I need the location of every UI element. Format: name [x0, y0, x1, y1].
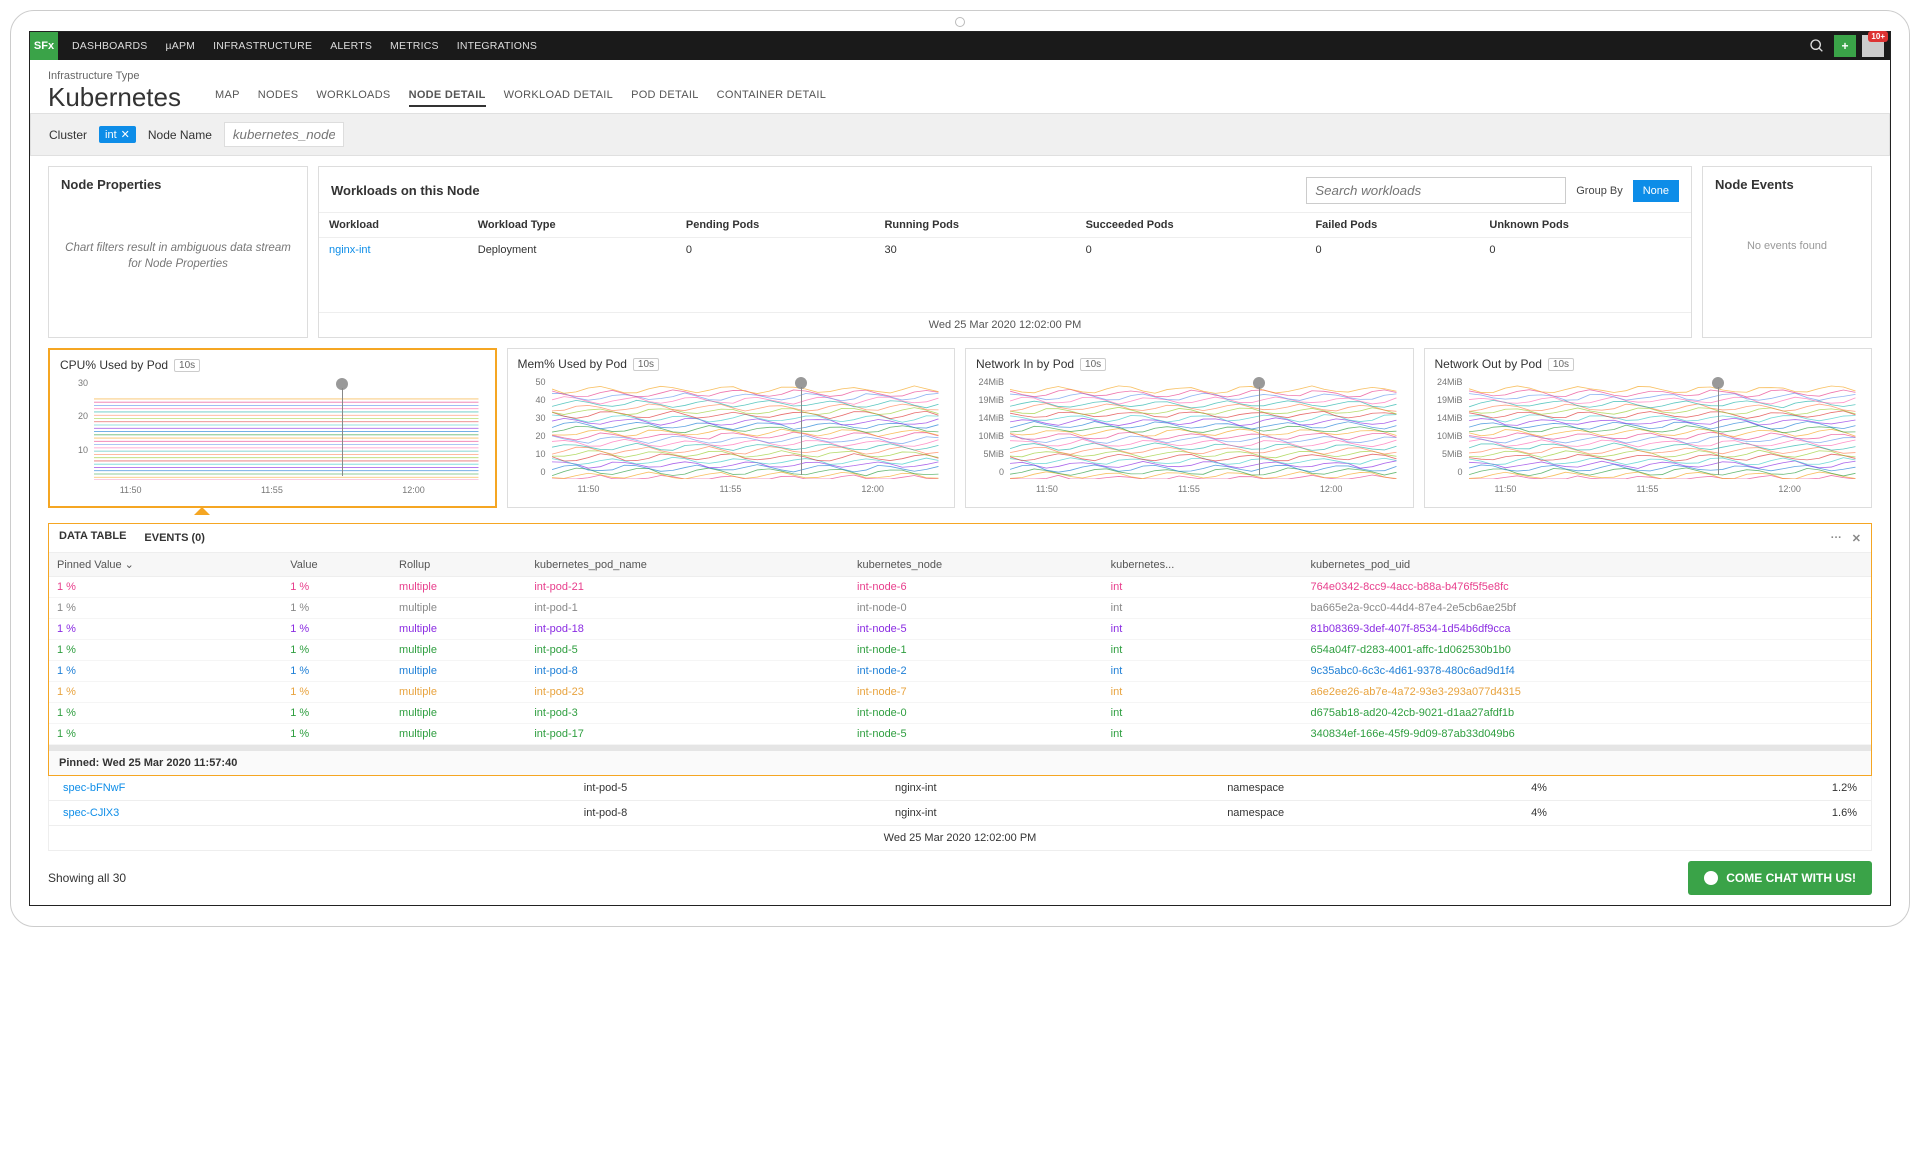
dt-header-4[interactable]: kubernetes_node [849, 553, 1103, 577]
page-title: Kubernetes [48, 82, 181, 113]
data-row[interactable]: 1 %1 %multipleint-pod-1int-node-0intba66… [49, 598, 1871, 619]
top-nav: DASHBOARDS µAPM INFRASTRUCTURE ALERTS ME… [72, 40, 537, 52]
chart-resolution-badge: 10s [1548, 358, 1574, 371]
chart-title: Network In by Pod [976, 357, 1074, 371]
cluster-chip[interactable]: int✕ [99, 126, 136, 143]
workloads-title: Workloads on this Node [331, 183, 1296, 198]
node-events-panel: Node Events No events found [1702, 166, 1872, 338]
data-row[interactable]: 1 %1 %multipleint-pod-8int-node-2int9c35… [49, 661, 1871, 682]
dt-header-6[interactable]: kubernetes_pod_uid [1302, 553, 1871, 577]
nav-infrastructure[interactable]: INFRASTRUCTURE [213, 40, 312, 52]
col-workload[interactable]: Workload [319, 213, 468, 238]
data-row[interactable]: 1 %1 %multipleint-pod-23int-node-7inta6e… [49, 682, 1871, 703]
bottom-timestamp: Wed 25 Mar 2020 12:02:00 PM [49, 826, 1872, 851]
groupby-label: Group By [1576, 185, 1622, 197]
data-section: DATA TABLE EVENTS (0) ··· ✕ Pinned Value… [48, 523, 1872, 776]
nav-integrations[interactable]: INTEGRATIONS [457, 40, 537, 52]
data-row[interactable]: 1 %1 %multipleint-pod-5int-node-1int654a… [49, 640, 1871, 661]
nav-uapm[interactable]: µAPM [166, 40, 196, 52]
groupby-button[interactable]: None [1633, 180, 1679, 202]
search-icon[interactable] [1806, 35, 1828, 57]
workloads-panel: Workloads on this Node Group By None Wor… [318, 166, 1692, 338]
node-name-label: Node Name [148, 128, 212, 142]
chart-resolution-badge: 10s [1080, 358, 1106, 371]
page-subtitle: Infrastructure Type [48, 70, 1872, 82]
nav-metrics[interactable]: METRICS [390, 40, 439, 52]
spec-row[interactable]: spec-bFNwFint-pod-5nginx-intnamespace4%1… [49, 776, 1872, 801]
tab-node-detail[interactable]: NODE DETAIL [409, 89, 486, 107]
topbar: SFx DASHBOARDS µAPM INFRASTRUCTURE ALERT… [30, 32, 1890, 60]
chart-2[interactable]: Network In by Pod 10s24MiB19MiB14MiB10Mi… [965, 348, 1414, 508]
workloads-timestamp: Wed 25 Mar 2020 12:02:00 PM [319, 312, 1691, 337]
chart-title: Network Out by Pod [1435, 357, 1542, 371]
device-camera [955, 17, 965, 27]
spec-row[interactable]: spec-CJlX3int-pod-8nginx-intnamespace4%1… [49, 801, 1872, 826]
chart-title: CPU% Used by Pod [60, 358, 168, 372]
chat-button[interactable]: COME CHAT WITH US! [1688, 861, 1872, 895]
col-pending[interactable]: Pending Pods [676, 213, 875, 238]
workload-link[interactable]: nginx-int [329, 244, 371, 256]
workloads-search-input[interactable] [1306, 177, 1566, 204]
dt-header-3[interactable]: kubernetes_pod_name [526, 553, 849, 577]
col-succeeded[interactable]: Succeeded Pods [1076, 213, 1306, 238]
workloads-table: Workload Workload Type Pending Pods Runn… [319, 212, 1691, 262]
user-avatar[interactable]: 10+ [1862, 35, 1884, 57]
chat-bubble-icon [1704, 871, 1718, 885]
node-events-title: Node Events [1703, 167, 1871, 200]
more-icon[interactable]: ··· [1831, 532, 1842, 545]
spec-link[interactable]: spec-bFNwF [63, 782, 125, 794]
col-unknown[interactable]: Unknown Pods [1479, 213, 1691, 238]
filter-bar: Cluster int✕ Node Name [30, 113, 1890, 156]
data-row[interactable]: 1 %1 %multipleint-pod-21int-node-6int764… [49, 577, 1871, 598]
notification-badge: 10+ [1868, 31, 1888, 42]
chart-3[interactable]: Network Out by Pod 10s24MiB19MiB14MiB10M… [1424, 348, 1873, 508]
showing-count: Showing all 30 [48, 871, 126, 885]
chart-title: Mem% Used by Pod [518, 357, 627, 371]
workload-row[interactable]: nginx-int Deployment 0 30 0 0 0 [319, 238, 1691, 263]
tab-container-detail[interactable]: CONTAINER DETAIL [717, 89, 827, 107]
tab-data-table[interactable]: DATA TABLE [59, 530, 126, 546]
node-events-empty: No events found [1703, 200, 1871, 292]
col-type[interactable]: Workload Type [468, 213, 676, 238]
tab-nodes[interactable]: NODES [258, 89, 299, 107]
node-properties-panel: Node Properties Chart filters result in … [48, 166, 308, 338]
node-properties-title: Node Properties [49, 167, 307, 200]
chart-1[interactable]: Mem% Used by Pod 10s5040302010011:5011:5… [507, 348, 956, 508]
pinned-timestamp: Pinned: Wed 25 Mar 2020 11:57:40 [49, 751, 1871, 775]
dt-header-1[interactable]: Value [282, 553, 391, 577]
tab-map[interactable]: MAP [215, 89, 240, 107]
chart-resolution-badge: 10s [174, 359, 200, 372]
col-failed[interactable]: Failed Pods [1305, 213, 1479, 238]
data-row[interactable]: 1 %1 %multipleint-pod-3int-node-0intd675… [49, 703, 1871, 724]
bottom-table: spec-bFNwFint-pod-5nginx-intnamespace4%1… [48, 776, 1872, 851]
chart-resolution-badge: 10s [633, 358, 659, 371]
dt-header-0[interactable]: Pinned Value ⌄ [49, 553, 282, 577]
data-row[interactable]: 1 %1 %multipleint-pod-18int-node-5int81b… [49, 619, 1871, 640]
data-row[interactable]: 1 %1 %multipleint-pod-17int-node-5int340… [49, 724, 1871, 745]
tab-workloads[interactable]: WORKLOADS [316, 89, 390, 107]
col-running[interactable]: Running Pods [874, 213, 1075, 238]
tab-workload-detail[interactable]: WORKLOAD DETAIL [504, 89, 613, 107]
cluster-label: Cluster [49, 128, 87, 142]
dt-header-2[interactable]: Rollup [391, 553, 526, 577]
node-name-input[interactable] [224, 122, 344, 147]
tab-events[interactable]: EVENTS (0) [144, 532, 205, 544]
dt-header-5[interactable]: kubernetes... [1103, 553, 1303, 577]
data-table: Pinned Value ⌄ValueRollupkubernetes_pod_… [49, 553, 1871, 745]
app-logo[interactable]: SFx [30, 32, 58, 60]
cluster-chip-remove-icon[interactable]: ✕ [121, 129, 130, 141]
spec-link[interactable]: spec-CJlX3 [63, 807, 119, 819]
tab-pod-detail[interactable]: POD DETAIL [631, 89, 699, 107]
node-properties-message: Chart filters result in ambiguous data s… [49, 200, 307, 312]
nav-dashboards[interactable]: DASHBOARDS [72, 40, 148, 52]
nav-alerts[interactable]: ALERTS [330, 40, 372, 52]
subtabs: MAP NODES WORKLOADS NODE DETAIL WORKLOAD… [215, 89, 826, 107]
chart-0[interactable]: CPU% Used by Pod 10s30201011:5011:5512:0… [48, 348, 497, 508]
add-button[interactable]: + [1834, 35, 1856, 57]
close-icon[interactable]: ✕ [1852, 532, 1861, 545]
